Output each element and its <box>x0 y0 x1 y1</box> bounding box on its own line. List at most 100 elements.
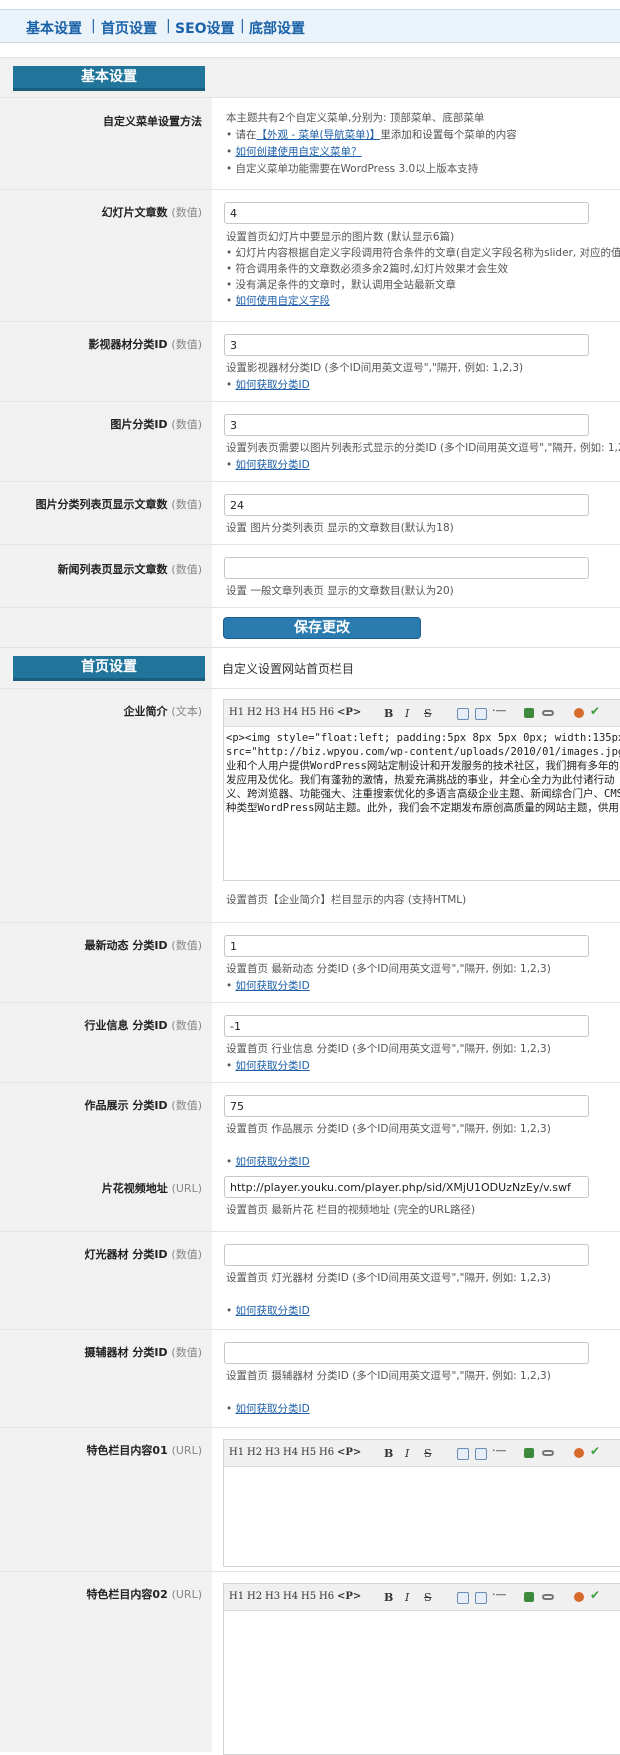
h3-button[interactable]: H3 <box>265 1447 280 1458</box>
aux-cat-desc: 设置首页 摄辅器材 分类ID (多个ID间用英文逗号","隔开, 例如: 1,2… <box>226 1370 551 1382</box>
h2-button[interactable]: H2 <box>247 707 262 718</box>
h6-button[interactable]: H6 <box>319 1591 334 1602</box>
numbered-list-icon[interactable] <box>475 1448 487 1460</box>
save-changes-button[interactable]: 保存更改 <box>223 617 421 639</box>
h3-button[interactable]: H3 <box>265 707 280 718</box>
strike-button[interactable]: S <box>424 707 432 720</box>
h1-button[interactable]: H1 <box>229 707 244 718</box>
setting-type-hint: (数值) <box>171 1099 202 1112</box>
setting-row-video-cat: 影视器材分类ID (数值) 设置影视器材分类ID (多个ID间用英文逗号","隔… <box>0 321 620 402</box>
nav-seo-settings[interactable]: SEO设置 <box>175 18 235 38</box>
company-intro-editor[interactable]: H1 H2 H3 H4 H5 H6 <P> B I S ·— ✔ <p><img… <box>223 699 620 881</box>
image-icon[interactable] <box>524 708 534 718</box>
pic-cat-help: 如何获取分类ID <box>226 457 310 472</box>
setting-type-hint: (数值) <box>171 498 202 511</box>
h4-button[interactable]: H4 <box>283 1447 298 1458</box>
check-icon[interactable]: ✔ <box>590 704 600 718</box>
h4-button[interactable]: H4 <box>283 707 298 718</box>
numbered-list-icon[interactable] <box>475 708 487 720</box>
setting-label: 作品展示 分类ID <box>84 1099 168 1112</box>
italic-button[interactable]: I <box>405 707 409 720</box>
setting-type-hint: (数值) <box>171 1019 202 1032</box>
video-cat-input[interactable] <box>224 334 589 356</box>
setting-row-feature-01: 特色栏目内容01 (URL) H1 H2 H3 H4 H5 H6 <P> B I… <box>0 1427 620 1572</box>
spellcheck-icon[interactable] <box>574 1448 584 1458</box>
get-cat-id-link[interactable]: 如何获取分类ID <box>236 1403 310 1415</box>
hr-icon[interactable]: ·— <box>492 1588 507 1601</box>
setting-label: 特色栏目内容02 <box>86 1588 168 1601</box>
setting-row-light: 灯光器材 分类ID (数值) 设置首页 灯光器材 分类ID (多个ID间用英文逗… <box>0 1231 620 1330</box>
bullet-list-icon[interactable] <box>457 1592 469 1604</box>
h5-button[interactable]: H5 <box>301 1591 316 1602</box>
h2-button[interactable]: H2 <box>247 1447 262 1458</box>
get-cat-id-link[interactable]: 如何获取分类ID <box>236 980 310 992</box>
nav-basic-settings[interactable]: 基本设置 <box>26 18 82 38</box>
pic-cat-input[interactable] <box>224 414 589 436</box>
editor-toolbar: H1 H2 H3 H4 H5 H6 <P> B I S ·— ✔ <box>224 700 620 727</box>
image-icon[interactable] <box>524 1448 534 1458</box>
link-icon[interactable] <box>542 1450 554 1456</box>
bullet-list-icon[interactable] <box>457 708 469 720</box>
get-cat-id-link[interactable]: 如何获取分类ID <box>236 1156 310 1168</box>
spellcheck-icon[interactable] <box>574 708 584 718</box>
setting-label: 图片分类列表页显示文章数 <box>35 498 168 511</box>
bold-button[interactable]: B <box>384 1591 393 1604</box>
check-icon[interactable]: ✔ <box>590 1444 600 1458</box>
h3-button[interactable]: H3 <box>265 1591 280 1602</box>
setting-row-slides: 幻灯片文章数 (数值) 设置首页幻灯片中要显示的图片数 (默认显示6篇) 幻灯片… <box>0 189 620 322</box>
h4-button[interactable]: H4 <box>283 1591 298 1602</box>
h1-button[interactable]: H1 <box>229 1447 244 1458</box>
strike-button[interactable]: S <box>424 1591 432 1604</box>
pic-list-count-input[interactable] <box>224 494 589 516</box>
hr-icon[interactable]: ·— <box>492 704 507 717</box>
image-icon[interactable] <box>524 1592 534 1602</box>
nav-footer-settings[interactable]: 底部设置 <box>249 18 305 38</box>
industry-cat-input[interactable] <box>224 1015 589 1037</box>
p-button[interactable]: <P> <box>337 707 361 718</box>
h2-button[interactable]: H2 <box>247 1591 262 1602</box>
setting-type-hint: (数值) <box>171 563 202 576</box>
custom-field-link[interactable]: 如何使用自定义字段 <box>236 295 331 307</box>
works-cat-input[interactable] <box>224 1095 589 1117</box>
get-cat-id-link[interactable]: 如何获取分类ID <box>236 459 310 471</box>
setting-type-hint: (数值) <box>171 1248 202 1261</box>
feature-01-editor[interactable]: H1 H2 H3 H4 H5 H6 <P> B I S ·— ✔ <box>223 1439 620 1567</box>
menu-howto-link[interactable]: 如何创建使用自定义菜单？ <box>236 146 362 158</box>
video-url-desc: 设置首页 最新片花 栏目的视频地址 (完全的URL路径) <box>226 1204 476 1216</box>
strike-button[interactable]: S <box>424 1447 432 1460</box>
check-icon[interactable]: ✔ <box>590 1588 600 1602</box>
bullet-list-icon[interactable] <box>457 1448 469 1460</box>
video-url-input[interactable] <box>224 1176 589 1198</box>
feature-02-editor[interactable]: H1 H2 H3 H4 H5 H6 <P> B I S ·— ✔ <box>223 1583 620 1755</box>
italic-button[interactable]: I <box>405 1447 409 1460</box>
nav-home-settings[interactable]: 首页设置 <box>101 18 157 38</box>
h5-button[interactable]: H5 <box>301 707 316 718</box>
setting-row-company: 企业简介 (文本) H1 H2 H3 H4 H5 H6 <P> B I S ·—… <box>0 688 620 923</box>
setting-label: 图片分类ID <box>110 418 168 431</box>
news-list-count-input[interactable] <box>224 557 589 579</box>
p-button[interactable]: <P> <box>337 1591 361 1602</box>
link-icon[interactable] <box>542 710 554 716</box>
h6-button[interactable]: H6 <box>319 1447 334 1458</box>
italic-button[interactable]: I <box>405 1591 409 1604</box>
bold-button[interactable]: B <box>384 707 393 720</box>
setting-label: 行业信息 分类ID <box>84 1019 168 1032</box>
h6-button[interactable]: H6 <box>319 707 334 718</box>
slides-count-input[interactable] <box>224 202 589 224</box>
link-icon[interactable] <box>542 1594 554 1600</box>
h5-button[interactable]: H5 <box>301 1447 316 1458</box>
aux-cat-input[interactable] <box>224 1342 589 1364</box>
get-cat-id-link[interactable]: 如何获取分类ID <box>236 1060 310 1072</box>
latest-cat-input[interactable] <box>224 935 589 957</box>
numbered-list-icon[interactable] <box>475 1592 487 1604</box>
light-cat-input[interactable] <box>224 1244 589 1266</box>
get-cat-id-link[interactable]: 如何获取分类ID <box>236 379 310 391</box>
get-cat-id-link[interactable]: 如何获取分类ID <box>236 1305 310 1317</box>
h1-button[interactable]: H1 <box>229 1591 244 1602</box>
hr-icon[interactable]: ·— <box>492 1444 507 1457</box>
section-desc-home-text: 自定义设置网站首页栏目 <box>222 662 355 676</box>
p-button[interactable]: <P> <box>337 1447 361 1458</box>
menu-settings-link[interactable]: 【外观 - 菜单(导航菜单)】 <box>257 129 381 141</box>
spellcheck-icon[interactable] <box>574 1592 584 1602</box>
bold-button[interactable]: B <box>384 1447 393 1460</box>
